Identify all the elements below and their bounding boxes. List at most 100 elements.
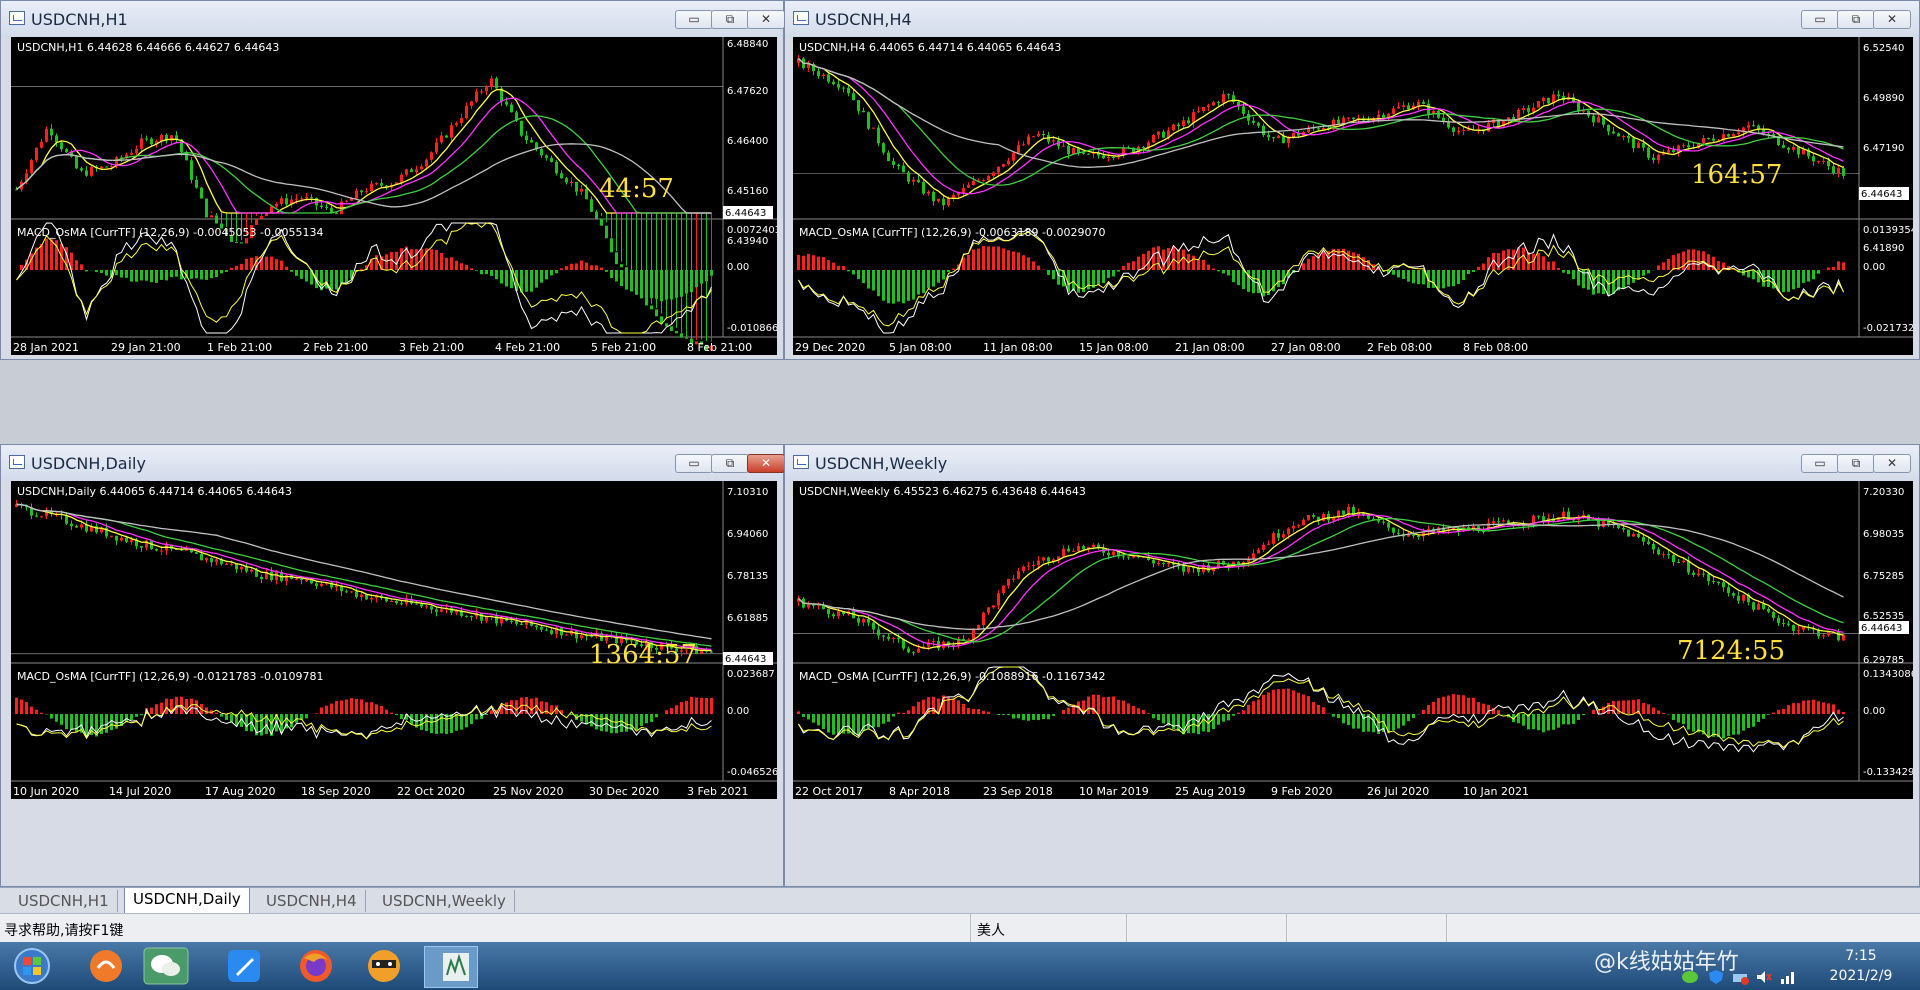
- candle-body: [1007, 160, 1010, 165]
- close-button[interactable]: ✕: [747, 10, 785, 29]
- tab-usdcnh-daily[interactable]: USDCNH,Daily: [124, 888, 250, 914]
- macd-histogram-bar: [440, 714, 443, 734]
- tray-network-icon[interactable]: [1730, 968, 1750, 986]
- candle-body: [872, 622, 875, 630]
- price-tick: 6.46400: [727, 136, 768, 147]
- candle-body: [1167, 562, 1170, 565]
- candle-body: [375, 183, 378, 185]
- chart-window-h4[interactable]: USDCNH,H4 ▭ ⧉ ✕ USDCNH,H4 6.44065 6.4471…: [784, 0, 1920, 360]
- chart-window-weekly[interactable]: USDCNH,Weekly ▭ ⧉ ✕ USDCNH,Weekly 6.4552…: [784, 444, 1920, 887]
- chart-svg: USDCNH,H1 6.44628 6.44666 6.44627 6.4464…: [11, 37, 777, 354]
- candle-body: [912, 652, 915, 654]
- candle-body: [1602, 520, 1605, 527]
- chart-window-h1[interactable]: USDCNH,H1 ▭ ⧉ ✕ USDCNH,H1 6.44628 6.4466…: [0, 0, 785, 360]
- macd-histogram-bar: [887, 714, 890, 722]
- daily-window[interactable]: USDCNH,Daily ▭ ⧉ ✕ USDCNH,Daily 6.44065 …: [0, 444, 785, 887]
- macd-histogram-bar: [1667, 258, 1670, 270]
- macd-histogram-bar: [1702, 251, 1705, 270]
- candle-body: [1212, 102, 1215, 106]
- candle-body: [1527, 108, 1530, 112]
- tray-shield-icon[interactable]: [1706, 968, 1726, 986]
- window-titlebar[interactable]: USDCNH,Daily ▭ ⧉ ✕: [1, 445, 785, 481]
- macd-histogram-bar: [1467, 697, 1470, 714]
- macd-histogram-bar: [1042, 714, 1045, 720]
- candle-body: [1112, 157, 1115, 159]
- macd-histogram-bar: [450, 257, 453, 270]
- price-tick: 6.78135: [727, 571, 768, 582]
- candle-body: [1022, 144, 1025, 146]
- date-tick: 25 Aug 2019: [1175, 785, 1245, 798]
- tab-usdcnh-h1[interactable]: USDCNH,H1: [10, 890, 118, 912]
- macd-histogram-bar: [695, 697, 698, 714]
- candle-body: [857, 618, 860, 623]
- macd-tick: -0.1334299: [1863, 767, 1913, 778]
- close-button[interactable]: ✕: [1873, 10, 1911, 29]
- macd-histogram-bar: [455, 260, 458, 270]
- status-cell: [1126, 914, 1287, 943]
- macd-histogram-bar: [837, 265, 840, 270]
- metatrader-icon[interactable]: [424, 946, 478, 988]
- wechat-icon[interactable]: [140, 946, 192, 986]
- candle-body: [1027, 565, 1030, 567]
- tray-wechat-icon[interactable]: [1680, 968, 1700, 986]
- macd-histogram-bar: [857, 714, 860, 735]
- macd-histogram-bar: [245, 258, 248, 270]
- chart-canvas[interactable]: USDCNH,H4 6.44065 6.44714 6.44065 6.4464…: [793, 37, 1913, 355]
- window-titlebar[interactable]: USDCNH,H4 ▭ ⧉ ✕: [785, 1, 1919, 37]
- minimize-button[interactable]: ▭: [1801, 10, 1839, 29]
- tray-signal-icon[interactable]: [1778, 968, 1798, 986]
- macd-histogram-bar: [85, 270, 88, 272]
- minimize-button[interactable]: ▭: [675, 10, 713, 29]
- candle-body: [1142, 147, 1145, 149]
- mascot-app-icon[interactable]: [358, 946, 410, 986]
- macd-histogram-bar: [295, 270, 298, 276]
- taskbar-clock[interactable]: 7:15 2021/2/9: [1816, 946, 1906, 986]
- candle-body: [1417, 101, 1420, 106]
- tab-usdcnh-weekly[interactable]: USDCNH,Weekly: [374, 890, 515, 912]
- tab-usdcnh-h4[interactable]: USDCNH,H4: [258, 890, 366, 912]
- maximize-button[interactable]: ⧉: [711, 454, 749, 473]
- macd-histogram-bar: [1237, 712, 1240, 714]
- macd-histogram-bar: [1252, 701, 1255, 714]
- chart-canvas[interactable]: USDCNH,Weekly 6.45523 6.46275 6.43648 6.…: [793, 481, 1913, 799]
- macd-signal-line: [798, 231, 1844, 327]
- window-titlebar[interactable]: USDCNH,H1 ▭ ⧉ ✕: [1, 1, 785, 37]
- start-orb-icon[interactable]: [6, 946, 58, 986]
- candle-body: [1297, 525, 1300, 527]
- macd-histogram-bar: [877, 714, 880, 728]
- macd-histogram-bar: [1627, 270, 1630, 285]
- macd-histogram-bar: [1437, 698, 1440, 714]
- macd-histogram-bar: [1662, 712, 1665, 714]
- macd-histogram-bar: [1802, 700, 1805, 714]
- feishu-icon[interactable]: [218, 946, 270, 986]
- firefox-icon[interactable]: [290, 946, 342, 986]
- moving-average-line: [16, 503, 712, 640]
- status-profile-cell[interactable]: 美人: [970, 914, 1127, 943]
- maximize-button[interactable]: ⧉: [1837, 10, 1875, 29]
- candle-body: [1037, 560, 1040, 566]
- window-titlebar[interactable]: USDCNH,Weekly ▭ ⧉ ✕: [785, 445, 1919, 481]
- macd-histogram-bar: [1562, 270, 1565, 273]
- macd-histogram-bar: [1247, 704, 1250, 714]
- close-button[interactable]: ✕: [747, 454, 785, 473]
- maximize-button[interactable]: ⧉: [711, 10, 749, 29]
- tray-volume-icon[interactable]: [1754, 968, 1774, 986]
- macd-histogram-bar: [665, 710, 668, 714]
- orange-app-icon[interactable]: [80, 946, 132, 986]
- macd-histogram-bar: [1107, 270, 1110, 278]
- macd-histogram-bar: [360, 699, 363, 714]
- date-tick: 17 Aug 2020: [205, 785, 275, 798]
- candle-body: [1797, 629, 1800, 631]
- candle-body: [535, 625, 538, 627]
- macd-histogram-bar: [1172, 246, 1175, 270]
- macd-histogram-bar: [105, 270, 108, 276]
- macd-histogram-bar: [1202, 714, 1205, 732]
- macd-histogram-bar: [50, 714, 53, 719]
- minimize-button[interactable]: ▭: [675, 454, 713, 473]
- minimize-button[interactable]: ▭: [1801, 454, 1839, 473]
- date-tick: 10 Jun 2020: [13, 785, 79, 798]
- close-button[interactable]: ✕: [1873, 454, 1911, 473]
- chart-canvas[interactable]: USDCNH,Daily 6.44065 6.44714 6.44065 6.4…: [11, 481, 777, 799]
- chart-canvas[interactable]: USDCNH,H1 6.44628 6.44666 6.44627 6.4464…: [11, 37, 777, 355]
- maximize-button[interactable]: ⧉: [1837, 454, 1875, 473]
